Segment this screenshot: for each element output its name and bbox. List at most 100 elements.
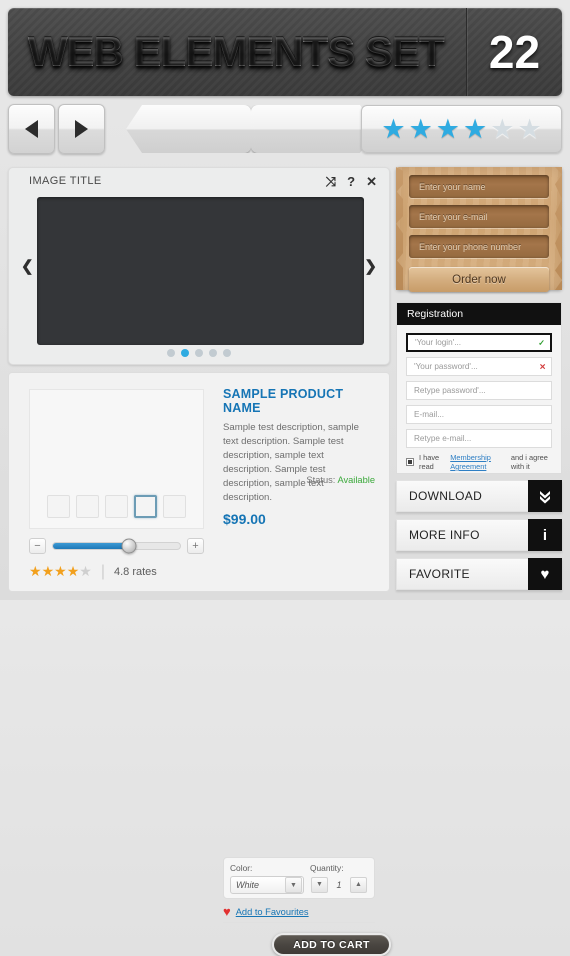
gallery-dot-1[interactable]: [167, 349, 175, 357]
password-field[interactable]: 'Your password'... ✕: [406, 357, 552, 376]
prev-button[interactable]: [8, 104, 55, 154]
product-info: SAMPLE PRODUCT NAME Sample test descript…: [223, 387, 375, 527]
page-title: WEB ELEMENTS SET: [8, 28, 466, 76]
close-icon[interactable]: ✕: [366, 175, 377, 188]
add-to-favourites[interactable]: ♥ Add to Favourites: [223, 904, 309, 919]
back-arrow-tag-button[interactable]: [126, 105, 251, 153]
retype-password-placeholder: Retype password'...: [414, 386, 486, 395]
gallery-next-icon[interactable]: ❯: [364, 257, 377, 275]
triangle-right-icon: [75, 120, 88, 138]
email-placeholder: E-mail...: [414, 410, 445, 419]
retype-email-field[interactable]: Retype e-mail...: [406, 429, 552, 448]
wooden-order-form: Enter your name Enter your e-mail Enter …: [396, 167, 562, 292]
gallery-image-stage: [37, 197, 364, 345]
order-now-button[interactable]: Order now: [409, 267, 549, 292]
slider-track[interactable]: [52, 538, 181, 554]
product-star-4[interactable]: ★: [67, 563, 80, 579]
product-star-2[interactable]: ★: [42, 563, 55, 579]
product-divider: [223, 922, 375, 923]
zoom-slider[interactable]: − +: [29, 537, 204, 555]
image-gallery-panel: IMAGE TITLE ⤨ ? ✕ ❮ ❯: [8, 167, 390, 365]
agreement-post-text: and i agree with it: [510, 453, 548, 471]
gallery-title: IMAGE TITLE: [29, 175, 102, 187]
status-value: Available: [337, 475, 375, 485]
toolbar: ★ ★ ★ ★ ★ ★: [8, 104, 562, 154]
header-star-6[interactable]: ★: [517, 115, 541, 143]
color-option: Color: White ▼: [230, 863, 304, 894]
product-thumbnail-4[interactable]: [134, 495, 157, 518]
accordion-item-download[interactable]: DOWNLOAD: [396, 480, 562, 512]
gallery-prev-icon[interactable]: ❮: [21, 257, 34, 275]
accordion-item-favorite[interactable]: FAVORITE ♥: [396, 558, 562, 590]
forward-arrow-tag-button[interactable]: [251, 105, 376, 153]
header-star-3[interactable]: ★: [436, 115, 460, 143]
gallery-dots: [9, 349, 389, 357]
product-thumbnail-5[interactable]: [163, 495, 186, 518]
agreement-checkbox[interactable]: [406, 458, 414, 466]
heart-icon: ♥: [223, 904, 231, 919]
add-to-favourites-label[interactable]: Add to Favourites: [236, 907, 309, 917]
gallery-dot-3[interactable]: [195, 349, 203, 357]
header-star-rating[interactable]: ★ ★ ★ ★ ★ ★: [361, 105, 562, 153]
product-description: Sample test description, sample text des…: [223, 422, 359, 503]
accordion-item-more-info[interactable]: MORE INFO i: [396, 519, 562, 551]
triangle-left-icon: [25, 120, 38, 138]
product-price: $99.00: [223, 511, 266, 528]
slider-knob[interactable]: [121, 538, 137, 554]
quantity-label: Quantity:: [310, 863, 344, 873]
email-field[interactable]: E-mail...: [406, 405, 552, 424]
color-select[interactable]: White ▼: [230, 876, 304, 894]
phone-field[interactable]: Enter your phone number: [409, 235, 549, 258]
login-placeholder: 'Your login'...: [415, 338, 462, 347]
next-button[interactable]: [58, 104, 105, 154]
header-star-1[interactable]: ★: [381, 115, 405, 143]
header-star-2[interactable]: ★: [409, 115, 433, 143]
membership-agreement-link[interactable]: Membership Agreement: [450, 453, 506, 471]
email-field[interactable]: Enter your e-mail: [409, 205, 549, 228]
slider-minus-button[interactable]: −: [29, 538, 46, 554]
product-star-1[interactable]: ★: [29, 563, 42, 579]
status-badge: Status: Available: [306, 475, 375, 485]
quantity-down-icon[interactable]: ▼: [311, 876, 328, 893]
gallery-header: IMAGE TITLE ⤨ ? ✕: [9, 168, 389, 194]
heart-icon[interactable]: ♥: [528, 558, 562, 590]
color-label: Color:: [230, 863, 253, 873]
invalid-cross-icon: ✕: [539, 362, 546, 371]
product-image: [29, 389, 204, 529]
add-to-cart-button[interactable]: ADD TO CART: [272, 933, 391, 956]
gallery-dot-5[interactable]: [223, 349, 231, 357]
help-icon[interactable]: ?: [347, 175, 355, 188]
resize-icon[interactable]: ⤨: [326, 175, 336, 188]
product-thumbnail-1[interactable]: [47, 495, 70, 518]
product-thumbnail-3[interactable]: [105, 495, 128, 518]
agreement-row[interactable]: I have read Membership Agreement and i a…: [406, 453, 552, 471]
registration-body: 'Your login'... ✓ 'Your password'... ✕ R…: [397, 325, 561, 501]
slider-fill: [53, 543, 130, 549]
accordion-label-favorite: FAVORITE: [396, 558, 528, 590]
gallery-dot-4[interactable]: [209, 349, 217, 357]
chevron-double-down-icon[interactable]: [528, 480, 562, 512]
gallery-dot-2[interactable]: [181, 349, 189, 357]
product-thumbnail-2[interactable]: [76, 495, 99, 518]
product-card: − + ★★★★★ | 4.8 rates SAMPLE PRODUCT NAM…: [8, 372, 391, 956]
nav-button-pair: [8, 104, 105, 154]
password-placeholder: 'Your password'...: [414, 362, 478, 371]
name-field[interactable]: Enter your name: [409, 175, 549, 198]
slider-plus-button[interactable]: +: [187, 538, 204, 554]
header-star-5[interactable]: ★: [490, 115, 514, 143]
product-rating[interactable]: ★★★★★ | 4.8 rates: [29, 563, 157, 581]
product-star-group[interactable]: ★★★★★: [29, 563, 92, 581]
info-icon[interactable]: i: [528, 519, 562, 551]
product-star-3[interactable]: ★: [54, 563, 67, 579]
product-options: Color: White ▼ Quantity: ▼ 1 ▲: [223, 857, 375, 899]
product-name: SAMPLE PRODUCT NAME: [223, 387, 344, 415]
quantity-up-icon[interactable]: ▲: [350, 876, 367, 893]
registration-panel: Registration 'Your login'... ✓ 'Your pas…: [396, 302, 562, 501]
retype-password-field[interactable]: Retype password'...: [406, 381, 552, 400]
login-field[interactable]: 'Your login'... ✓: [406, 333, 552, 352]
quantity-stepper[interactable]: ▼ 1 ▲: [310, 876, 368, 893]
chevron-down-icon[interactable]: ▼: [285, 877, 302, 893]
rating-count-label: 4.8 rates: [113, 566, 157, 578]
header-star-4[interactable]: ★: [463, 115, 487, 143]
product-star-5[interactable]: ★: [79, 563, 92, 579]
